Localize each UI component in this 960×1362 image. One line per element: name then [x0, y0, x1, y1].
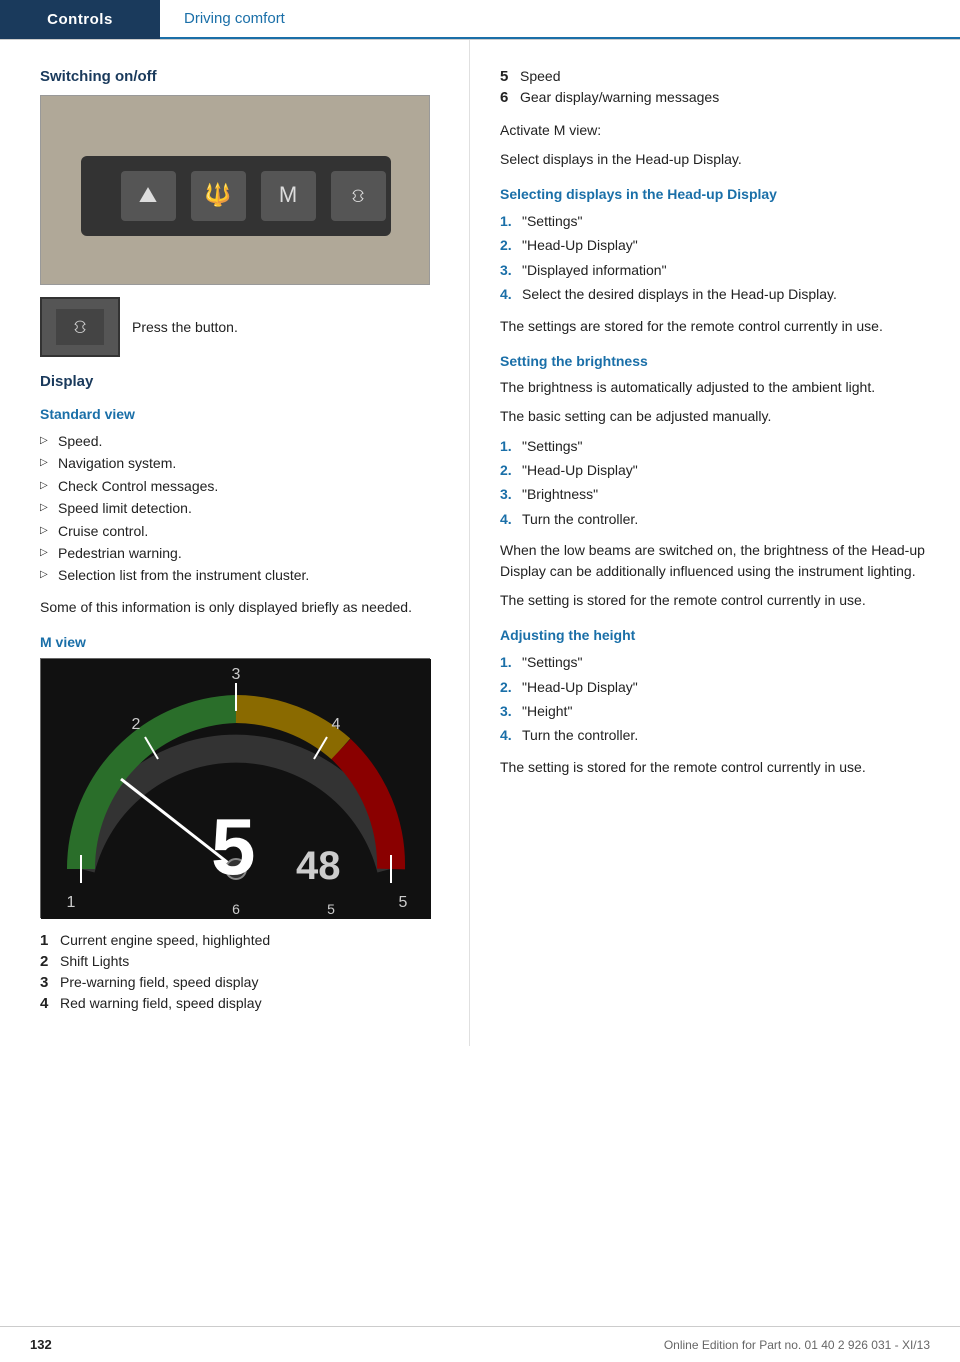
- tachometer-svg: 1 2 3 4 5 5 48 6 5: [41, 659, 431, 919]
- list-item: Cruise control.: [40, 520, 439, 542]
- press-button-row: ⛻ Press the button.: [40, 297, 439, 357]
- item-num-3: 3: [40, 974, 60, 991]
- display-title: Display: [40, 373, 439, 390]
- selecting-note: The settings are stored for the remote c…: [500, 316, 930, 337]
- brightness-note: When the low beams are switched on, the …: [500, 540, 930, 582]
- list-item: Navigation system.: [40, 452, 439, 474]
- driving-label: Driving comfort: [184, 10, 285, 27]
- activate-text: Activate M view:: [500, 120, 930, 141]
- item-6-num: 6: [500, 89, 520, 106]
- list-item: 2. "Head-Up Display": [500, 234, 930, 256]
- item-6-text: Gear display/warning messages: [520, 89, 719, 106]
- switching-section: Switching on/off ⛰ 🔱 M ⛻: [40, 68, 439, 357]
- item-5-text: Speed: [520, 68, 560, 85]
- item-text-2: Shift Lights: [60, 953, 129, 970]
- brightness-steps-list: 1. "Settings" 2. "Head-Up Display" 3. "B…: [500, 435, 930, 531]
- selecting-steps-list: 1. "Settings" 2. "Head-Up Display" 3. "D…: [500, 210, 930, 306]
- activate-sub: Select displays in the Head-up Display.: [500, 149, 930, 170]
- svg-text:5: 5: [327, 901, 335, 917]
- list-item: 4. Select the desired displays in the He…: [500, 283, 930, 305]
- list-item: Speed limit detection.: [40, 497, 439, 519]
- list-item: 1. "Settings": [500, 435, 930, 457]
- left-column: Switching on/off ⛰ 🔱 M ⛻: [0, 40, 470, 1046]
- list-item: 3. "Displayed information": [500, 259, 930, 281]
- mview-numbered-list: 1 Current engine speed, highlighted 2 Sh…: [40, 932, 439, 1012]
- page-number: 132: [30, 1337, 52, 1352]
- list-item: 4 Red warning field, speed display: [40, 995, 439, 1012]
- brightness-note2: The setting is stored for the remote con…: [500, 590, 930, 611]
- dashboard-svg: ⛰ 🔱 M ⛻: [41, 96, 430, 285]
- item-text-3: Pre-warning field, speed display: [60, 974, 258, 991]
- list-item: 1. "Settings": [500, 651, 930, 673]
- brightness-p1: The brightness is automatically adjusted…: [500, 377, 930, 398]
- page-header: Controls Driving comfort: [0, 0, 960, 40]
- svg-text:5: 5: [399, 894, 408, 911]
- switching-title: Switching on/off: [40, 68, 439, 85]
- list-item: Pedestrian warning.: [40, 542, 439, 564]
- mview-section: M view: [40, 634, 439, 1012]
- button-svg: ⛻: [56, 309, 104, 345]
- brightness-title: Setting the brightness: [500, 353, 930, 369]
- main-content: Switching on/off ⛰ 🔱 M ⛻: [0, 40, 960, 1046]
- list-item: 2. "Head-Up Display": [500, 459, 930, 481]
- list-item: 4. Turn the controller.: [500, 508, 930, 530]
- selecting-title: Selecting displays in the Head-up Displa…: [500, 186, 930, 202]
- standard-view-title: Standard view: [40, 406, 439, 422]
- svg-text:⛻: ⛻: [73, 317, 86, 337]
- press-button-text: Press the button.: [132, 319, 238, 335]
- svg-text:1: 1: [67, 894, 76, 911]
- controls-label: Controls: [47, 11, 113, 28]
- standard-note: Some of this information is only display…: [40, 597, 439, 618]
- item-text-4: Red warning field, speed display: [60, 995, 262, 1012]
- adjusting-section: Adjusting the height 1. "Settings" 2. "H…: [500, 627, 930, 778]
- item-text-1: Current engine speed, highlighted: [60, 932, 270, 949]
- item-5-row: 5 Speed: [500, 68, 930, 85]
- svg-text:⛻: ⛻: [351, 186, 364, 206]
- list-item: 4. Turn the controller.: [500, 724, 930, 746]
- svg-text:⛰: ⛰: [139, 182, 157, 207]
- list-item: 3 Pre-warning field, speed display: [40, 974, 439, 991]
- dashboard-buttons-image: ⛰ 🔱 M ⛻: [40, 95, 430, 285]
- adjusting-steps-list: 1. "Settings" 2. "Head-Up Display" 3. "H…: [500, 651, 930, 747]
- brightness-section: Setting the brightness The brightness is…: [500, 353, 930, 612]
- header-controls-tab: Controls: [0, 0, 160, 39]
- selecting-section: Selecting displays in the Head-up Displa…: [500, 186, 930, 337]
- item-num-1: 1: [40, 932, 60, 949]
- svg-text:6: 6: [232, 901, 240, 917]
- list-item: 3. "Height": [500, 700, 930, 722]
- adjusting-title: Adjusting the height: [500, 627, 930, 643]
- standard-bullet-list: Speed. Navigation system. Check Control …: [40, 430, 439, 587]
- list-item: 2. "Head-Up Display": [500, 676, 930, 698]
- brightness-p2: The basic setting can be adjusted manual…: [500, 406, 930, 427]
- list-item: 3. "Brightness": [500, 483, 930, 505]
- item-num-4: 4: [40, 995, 60, 1012]
- item-5-num: 5: [500, 68, 520, 85]
- svg-text:3: 3: [232, 666, 241, 683]
- svg-text:4: 4: [332, 716, 341, 733]
- svg-text:M: M: [279, 182, 297, 207]
- mview-title: M view: [40, 634, 439, 650]
- list-item: 1 Current engine speed, highlighted: [40, 932, 439, 949]
- adjusting-note: The setting is stored for the remote con…: [500, 757, 930, 778]
- right-column: 5 Speed 6 Gear display/warning messages …: [470, 40, 960, 1046]
- svg-text:🔱: 🔱: [204, 182, 231, 207]
- header-driving-tab: Driving comfort: [160, 0, 960, 39]
- button-icon: ⛻: [40, 297, 120, 357]
- page-footer: 132 Online Edition for Part no. 01 40 2 …: [0, 1326, 960, 1362]
- item-6-row: 6 Gear display/warning messages: [500, 89, 930, 106]
- list-item: Speed.: [40, 430, 439, 452]
- svg-text:2: 2: [132, 716, 141, 733]
- edition-text: Online Edition for Part no. 01 40 2 926 …: [664, 1338, 930, 1352]
- item-num-2: 2: [40, 953, 60, 970]
- list-item: 2 Shift Lights: [40, 953, 439, 970]
- list-item: Check Control messages.: [40, 475, 439, 497]
- list-item: Selection list from the instrument clust…: [40, 564, 439, 586]
- svg-text:48: 48: [296, 844, 341, 888]
- list-item: 1. "Settings": [500, 210, 930, 232]
- tachometer-image: 1 2 3 4 5 5 48 6 5: [40, 658, 430, 918]
- svg-text:5: 5: [211, 802, 256, 891]
- display-section: Display Standard view Speed. Navigation …: [40, 373, 439, 618]
